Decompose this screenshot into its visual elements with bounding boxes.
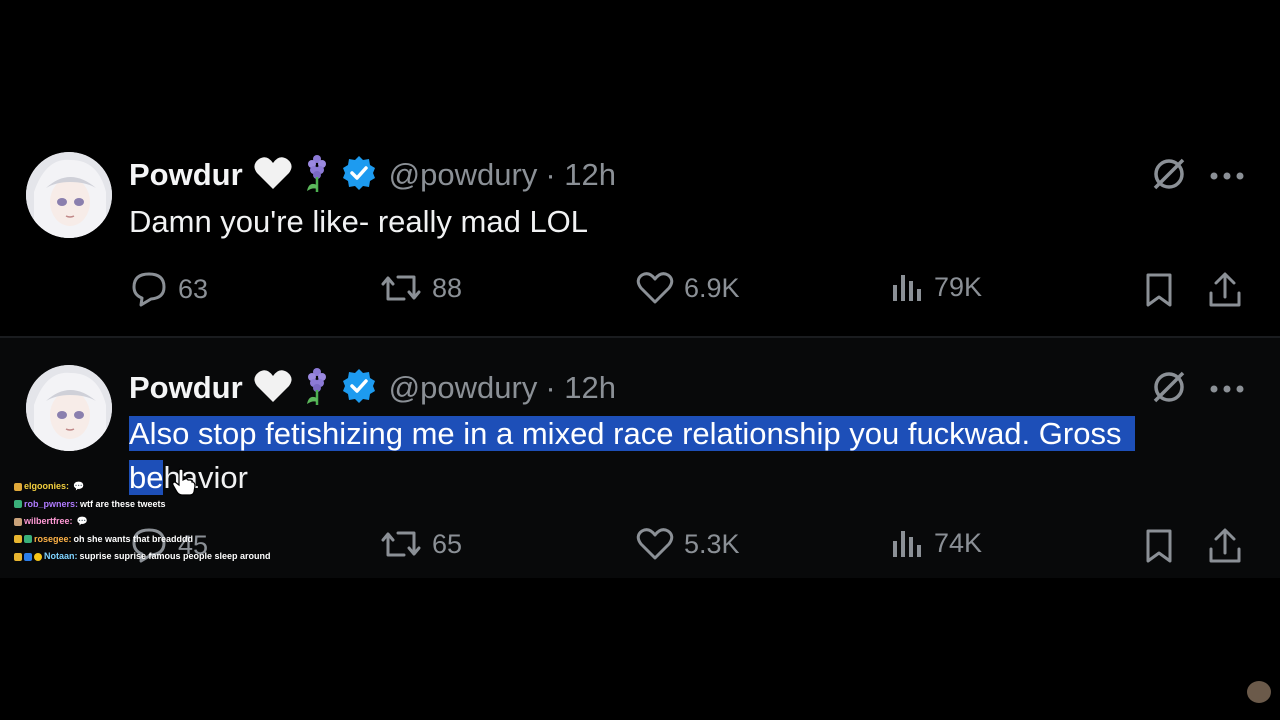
chat-text: wtf are these tweets bbox=[80, 498, 166, 509]
more-icon[interactable] bbox=[1210, 168, 1244, 186]
hyacinth-icon bbox=[303, 366, 331, 411]
badge-icon bbox=[34, 552, 42, 561]
display-name[interactable]: Powdur bbox=[129, 157, 243, 193]
crown-icon bbox=[14, 552, 22, 561]
handle[interactable]: @powdury bbox=[389, 370, 538, 406]
chat-message: Notaan: suprise suprise famous people sl… bbox=[14, 548, 271, 566]
badge-icon bbox=[14, 500, 22, 509]
more-icon[interactable] bbox=[1210, 381, 1244, 399]
avatar[interactable] bbox=[26, 152, 112, 238]
grok-icon[interactable] bbox=[1150, 368, 1188, 411]
handle[interactable]: @powdury bbox=[389, 157, 538, 193]
views-icon bbox=[890, 271, 924, 303]
white-heart-icon bbox=[253, 155, 293, 196]
timestamp[interactable]: · 12h bbox=[545, 157, 616, 193]
verified-badge-icon bbox=[341, 155, 377, 196]
speech-bubble-icon: 💬 bbox=[76, 516, 88, 526]
share-button[interactable] bbox=[1207, 271, 1243, 309]
tweet-text: Damn you're like- really mad LOL bbox=[129, 204, 589, 239]
bookmark-icon bbox=[1143, 271, 1175, 309]
chat-username: wilbertfree: bbox=[24, 516, 73, 526]
repost-button[interactable]: 65 bbox=[380, 527, 462, 561]
chat-text: oh she wants that breadddd bbox=[73, 533, 194, 544]
tweet-top-actions bbox=[1150, 368, 1244, 411]
tweet-header: Powdur @powdury · 12h bbox=[129, 366, 616, 411]
repost-button[interactable]: 88 bbox=[380, 271, 462, 305]
reply-button[interactable]: 63 bbox=[130, 271, 208, 307]
chat-message: elgoonies: 💬 bbox=[14, 478, 271, 496]
tweet-text-line1: Also stop fetishizing me in a mixed race… bbox=[129, 416, 1136, 451]
repost-count: 65 bbox=[432, 528, 463, 559]
avatar[interactable] bbox=[26, 365, 112, 451]
chat-text: suprise suprise famous people sleep arou… bbox=[79, 551, 271, 561]
timestamp[interactable]: · 12h bbox=[545, 370, 616, 406]
views-button[interactable]: 79K bbox=[890, 271, 982, 303]
grok-icon[interactable] bbox=[1150, 155, 1188, 198]
chat-message: rob_pwners: wtf are these tweets bbox=[14, 496, 271, 514]
views-count: 79K bbox=[934, 271, 983, 302]
speech-bubble-icon: 💬 bbox=[73, 481, 85, 491]
reply-count: 63 bbox=[178, 273, 209, 304]
badge-icon bbox=[24, 552, 32, 561]
bookmark-icon bbox=[1143, 527, 1175, 565]
heart-icon bbox=[636, 527, 674, 561]
like-button[interactable]: 6.9K bbox=[636, 271, 740, 305]
display-name[interactable]: Powdur bbox=[129, 370, 243, 406]
bookmark-button[interactable] bbox=[1143, 527, 1175, 565]
chat-message: wilbertfree: 💬 bbox=[14, 513, 271, 531]
chat-username: rob_pwners: bbox=[24, 498, 79, 509]
verified-badge-icon bbox=[341, 368, 377, 409]
badge-icon bbox=[14, 517, 22, 526]
like-count: 5.3K bbox=[684, 528, 740, 559]
share-icon bbox=[1207, 527, 1243, 565]
tweet-top-actions bbox=[1150, 155, 1244, 198]
heart-icon bbox=[636, 271, 674, 305]
chat-username: elgoonies: bbox=[24, 481, 70, 491]
crown-icon bbox=[14, 535, 22, 544]
views-icon bbox=[890, 527, 924, 559]
like-count: 6.9K bbox=[684, 272, 740, 303]
stream-chat: elgoonies: 💬 rob_pwners: wtf are these t… bbox=[14, 478, 271, 566]
views-count: 74K bbox=[934, 527, 983, 558]
badge-icon bbox=[24, 535, 32, 544]
chat-username: rosegee: bbox=[34, 533, 72, 544]
repost-icon bbox=[380, 527, 422, 561]
views-button[interactable]: 74K bbox=[890, 527, 982, 559]
chat-username: Notaan: bbox=[44, 551, 78, 561]
share-button[interactable] bbox=[1207, 527, 1243, 565]
like-button[interactable]: 5.3K bbox=[636, 527, 740, 561]
tweet-text: Also stop fetishizing me in a mixed race… bbox=[129, 412, 1219, 500]
repost-count: 88 bbox=[432, 272, 463, 303]
white-heart-icon bbox=[253, 368, 293, 409]
reply-icon bbox=[130, 271, 168, 307]
badge-icon bbox=[14, 482, 22, 491]
share-icon bbox=[1207, 271, 1243, 309]
hand-cursor-icon bbox=[172, 468, 196, 501]
bookmark-button[interactable] bbox=[1143, 271, 1175, 309]
repost-icon bbox=[380, 271, 422, 305]
chat-message: rosegee: oh she wants that breadddd bbox=[14, 531, 271, 549]
tweet-header: Powdur @powdury · 12h bbox=[129, 153, 616, 198]
hyacinth-icon bbox=[303, 153, 331, 198]
tweet-1[interactable]: Powdur @powdury · 12h Damn you're like- … bbox=[0, 130, 1280, 336]
streamer-avatar bbox=[1247, 681, 1271, 703]
tweet-actions: 63 88 6.9K 79K bbox=[0, 271, 1280, 311]
